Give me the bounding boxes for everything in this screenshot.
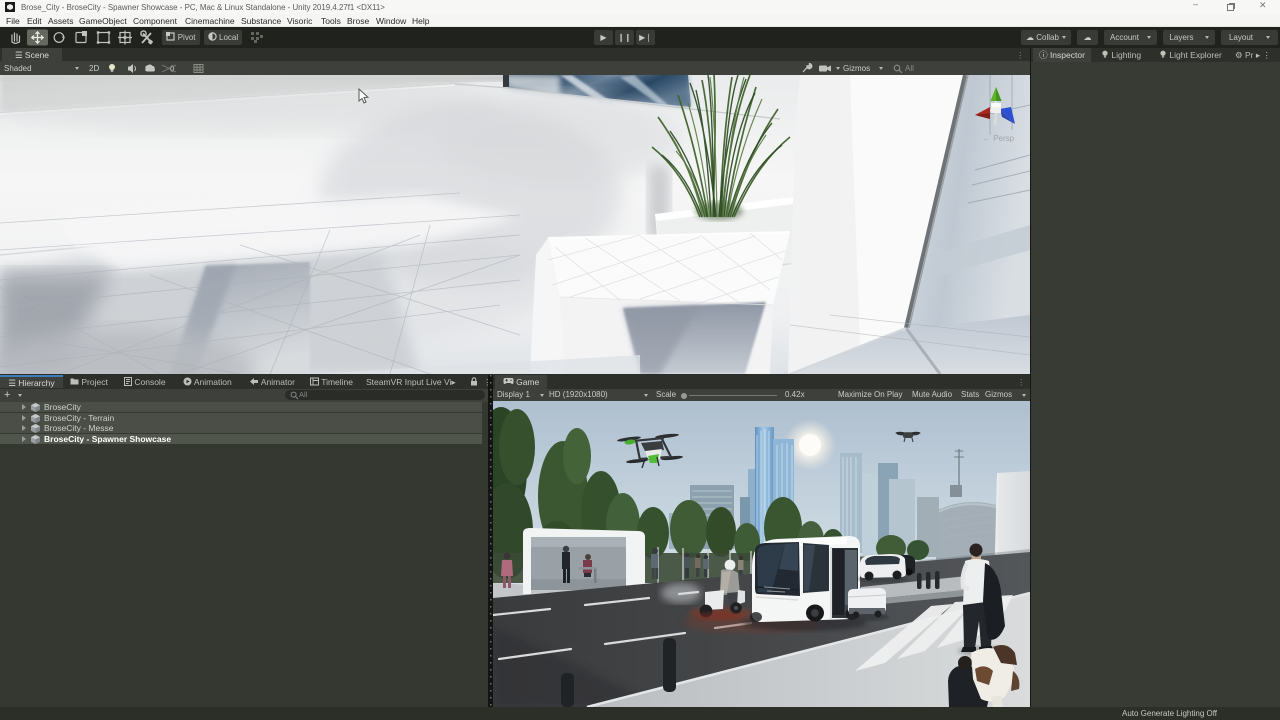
svg-text:← Persp: ← Persp [983, 134, 1015, 143]
